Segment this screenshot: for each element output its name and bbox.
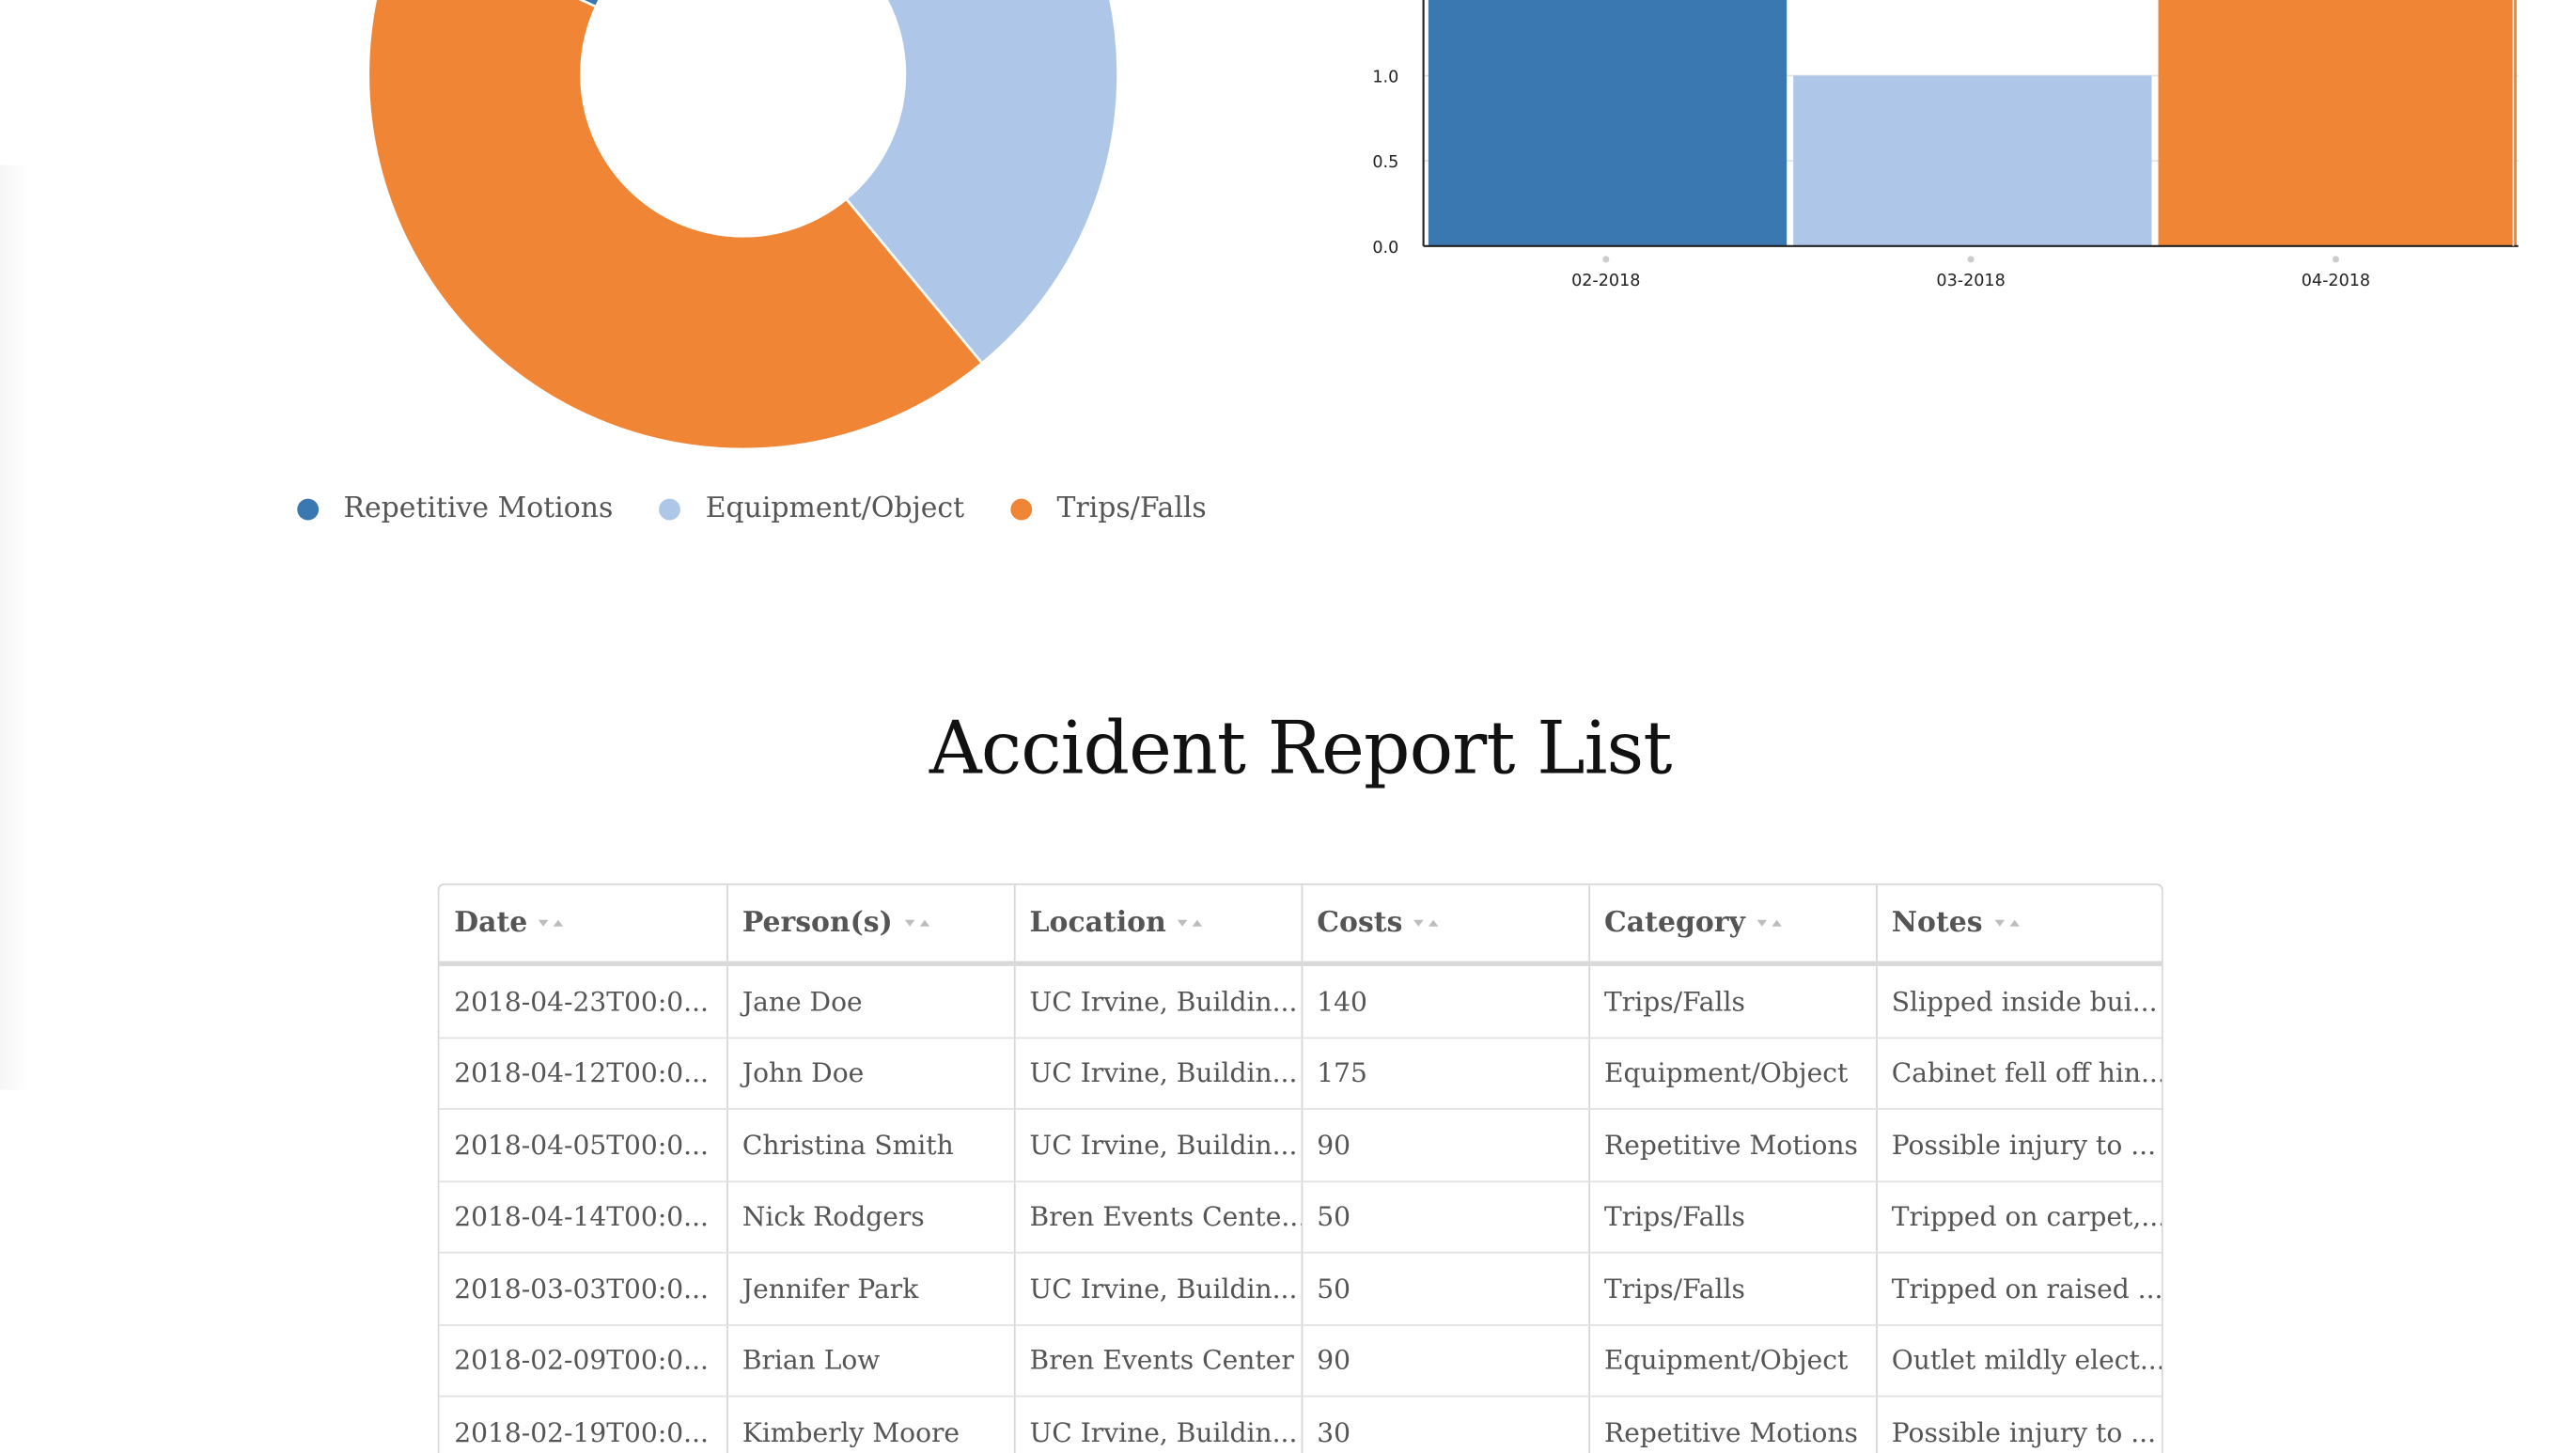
bar-02-2018[interactable] bbox=[1428, 0, 1788, 246]
legend-label: Trips/Falls bbox=[1056, 492, 1207, 525]
cell-persons: Brian Low bbox=[726, 1324, 1015, 1398]
dashboard-page: Repetitive Motions Equipment/Object Trip… bbox=[0, 0, 2576, 1453]
cell-persons: Nick Rodgers bbox=[726, 1180, 1015, 1254]
cell-category: Equipment/Object bbox=[1588, 1324, 1877, 1398]
cell-notes: Cabinet fell off hin... bbox=[1876, 1037, 2162, 1110]
legend-label: Repetitive Motions bbox=[343, 492, 614, 525]
cell-persons: Kimberly Moore bbox=[726, 1396, 1015, 1453]
cell-costs: 140 bbox=[1301, 963, 1590, 1039]
x-tick-mark bbox=[1967, 256, 1975, 263]
column-header-label: Person(s) bbox=[742, 906, 893, 940]
sort-icon[interactable] bbox=[1992, 907, 2022, 940]
sort-icon[interactable] bbox=[1755, 907, 1785, 940]
cell-location: UC Irvine, Buildin... bbox=[1013, 1108, 1303, 1182]
cell-category: Trips/Falls bbox=[1588, 1180, 1877, 1254]
cell-location: UC Irvine, Buildin... bbox=[1013, 1252, 1303, 1326]
y-tick-label: 0.5 bbox=[1372, 153, 1398, 172]
accident-report-table: Date Person(s) Location Costs Category N… bbox=[437, 883, 2163, 1453]
cell-notes: Possible injury to ... bbox=[1876, 1396, 2162, 1453]
y-tick-label: 1.5 bbox=[1372, 0, 1398, 2]
cell-persons: John Doe bbox=[726, 1037, 1015, 1110]
column-header-costs[interactable]: Costs bbox=[1301, 884, 1590, 966]
table-row[interactable]: 2018-02-09T00:0... Brian Low Bren Events… bbox=[439, 1324, 2162, 1398]
cell-persons: Jennifer Park bbox=[726, 1252, 1015, 1326]
bar-03-2018[interactable] bbox=[1793, 75, 2152, 246]
category-donut-chart bbox=[367, 0, 1119, 451]
column-header-label: Category bbox=[1604, 906, 1745, 940]
column-header-persons[interactable]: Person(s) bbox=[726, 884, 1015, 966]
monthly-bar-chart: 0.00.51.01.52.02.502-201803-201804-2018 bbox=[1372, 0, 2519, 290]
cell-category: Equipment/Object bbox=[1588, 1037, 1877, 1110]
sort-icon[interactable] bbox=[1176, 907, 1206, 940]
cell-costs: 90 bbox=[1301, 1108, 1590, 1182]
column-header-label: Costs bbox=[1317, 906, 1403, 940]
column-header-category[interactable]: Category bbox=[1588, 884, 1877, 966]
cell-date: 2018-04-23T00:0... bbox=[439, 963, 728, 1039]
cell-notes: Possible injury to ... bbox=[1876, 1108, 2162, 1182]
cell-date: 2018-04-05T00:0... bbox=[439, 1108, 728, 1182]
y-tick-label: 0.0 bbox=[1372, 239, 1398, 258]
table-row[interactable]: 2018-04-05T00:0... Christina Smith UC Ir… bbox=[439, 1108, 2162, 1182]
cell-date: 2018-02-19T00:0... bbox=[439, 1396, 728, 1453]
cell-notes: Tripped on raised ... bbox=[1876, 1252, 2162, 1326]
cell-costs: 50 bbox=[1301, 1180, 1590, 1254]
page-title: Accident Report List bbox=[929, 707, 1673, 791]
column-header-location[interactable]: Location bbox=[1013, 884, 1303, 966]
table-row[interactable]: 2018-03-03T00:0... Jennifer Park UC Irvi… bbox=[439, 1252, 2162, 1326]
column-header-notes[interactable]: Notes bbox=[1876, 884, 2162, 966]
x-tick-label: 03-2018 bbox=[1936, 272, 2005, 290]
x-tick-label: 04-2018 bbox=[2302, 272, 2370, 290]
cell-notes: Tripped on carpet,... bbox=[1876, 1180, 2162, 1254]
table-row[interactable]: 2018-04-12T00:0... John Doe UC Irvine, B… bbox=[439, 1037, 2162, 1110]
sort-icon[interactable] bbox=[902, 907, 932, 940]
table-row[interactable]: 2018-04-14T00:0... Nick Rodgers Bren Eve… bbox=[439, 1180, 2162, 1254]
cell-location: UC Irvine, Buildin... bbox=[1013, 963, 1303, 1039]
sort-icon[interactable] bbox=[538, 907, 568, 940]
cell-category: Trips/Falls bbox=[1588, 963, 1877, 1039]
column-header-date[interactable]: Date bbox=[439, 884, 728, 966]
table-row[interactable]: 2018-02-19T00:0... Kimberly Moore UC Irv… bbox=[439, 1396, 2162, 1453]
table-header-row: Date Person(s) Location Costs Category N… bbox=[439, 884, 2162, 966]
cell-date: 2018-04-12T00:0... bbox=[439, 1037, 728, 1110]
column-header-label: Date bbox=[454, 906, 528, 940]
legend-label: Equipment/Object bbox=[705, 492, 965, 525]
x-tick-label: 02-2018 bbox=[1571, 272, 1640, 290]
bar-04-2018[interactable] bbox=[2158, 0, 2517, 246]
cell-category: Repetitive Motions bbox=[1588, 1108, 1877, 1182]
cell-costs: 50 bbox=[1301, 1252, 1590, 1326]
x-tick-mark bbox=[1602, 256, 1610, 263]
cell-location: Bren Events Cente... bbox=[1013, 1180, 1303, 1254]
legend-swatch bbox=[1010, 497, 1033, 520]
x-tick-mark bbox=[2332, 256, 2339, 263]
cell-category: Repetitive Motions bbox=[1588, 1396, 1877, 1453]
column-header-label: Location bbox=[1029, 906, 1166, 940]
cell-category: Trips/Falls bbox=[1588, 1252, 1877, 1326]
cell-notes: Slipped inside bui... bbox=[1876, 963, 2162, 1039]
cell-costs: 30 bbox=[1301, 1396, 1590, 1453]
cell-date: 2018-04-14T00:0... bbox=[439, 1180, 728, 1254]
cell-costs: 175 bbox=[1301, 1037, 1590, 1110]
donut-legend: Repetitive Motions Equipment/Object Trip… bbox=[297, 492, 1253, 525]
cell-location: Bren Events Center bbox=[1013, 1324, 1303, 1398]
table-row[interactable]: 2018-04-23T00:0... Jane Doe UC Irvine, B… bbox=[439, 963, 2162, 1039]
cell-notes: Outlet mildly elect... bbox=[1876, 1324, 2162, 1398]
sort-icon[interactable] bbox=[1413, 907, 1443, 940]
legend-item-equipment-object[interactable]: Equipment/Object bbox=[659, 492, 964, 525]
legend-swatch bbox=[659, 497, 681, 520]
cell-persons: Jane Doe bbox=[726, 963, 1015, 1039]
legend-swatch bbox=[297, 497, 320, 520]
column-header-label: Notes bbox=[1891, 906, 1983, 940]
cell-location: UC Irvine, Buildin... bbox=[1013, 1396, 1303, 1453]
legend-item-trips-falls[interactable]: Trips/Falls bbox=[1010, 492, 1207, 525]
cell-date: 2018-03-03T00:0... bbox=[439, 1252, 728, 1326]
legend-item-repetitive-motions[interactable]: Repetitive Motions bbox=[297, 492, 613, 525]
cell-costs: 90 bbox=[1301, 1324, 1590, 1398]
cell-date: 2018-02-09T00:0... bbox=[439, 1324, 728, 1398]
cell-persons: Christina Smith bbox=[726, 1108, 1015, 1182]
cell-location: UC Irvine, Buildin... bbox=[1013, 1037, 1303, 1110]
y-tick-label: 1.0 bbox=[1372, 69, 1398, 87]
